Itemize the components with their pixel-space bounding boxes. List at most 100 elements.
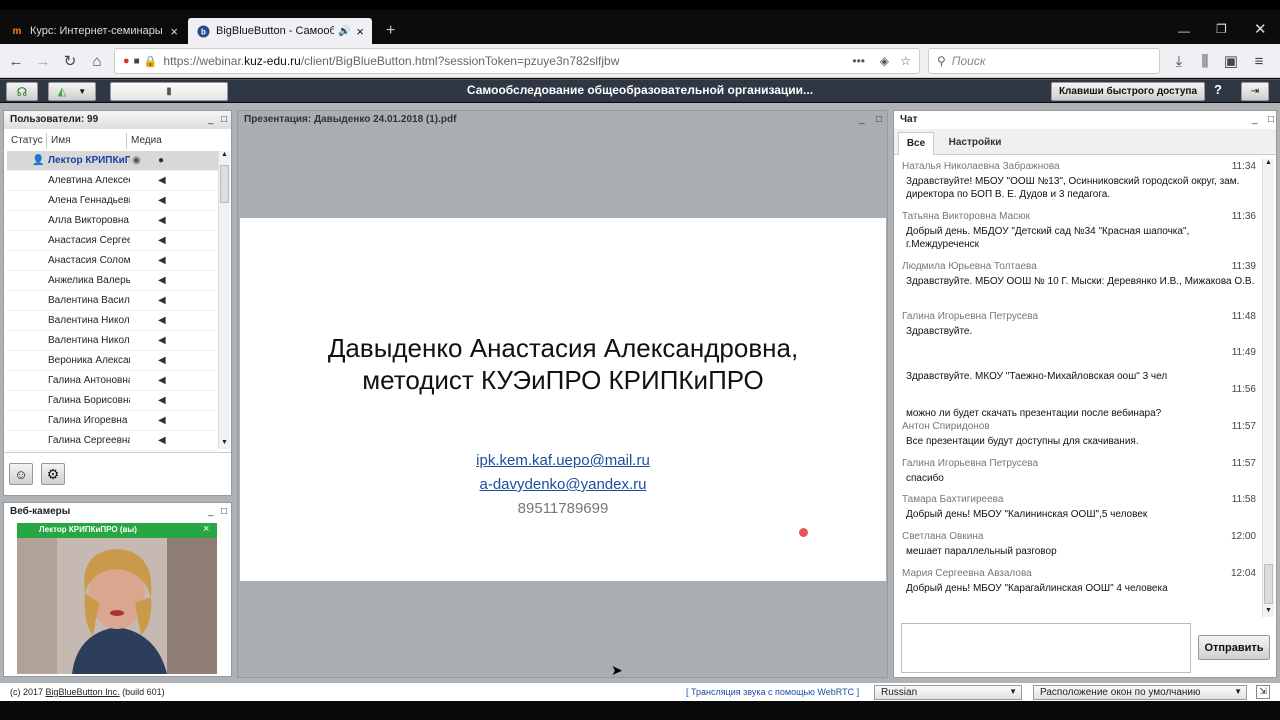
scroll-up-icon[interactable]: ▲: [1265, 159, 1272, 166]
speaker-icon[interactable]: ◀: [158, 195, 166, 206]
settings-button[interactable]: ⚙: [41, 463, 65, 485]
emoji-status-button[interactable]: ☺: [9, 463, 33, 485]
audio-headset-button[interactable]: ☊: [6, 82, 38, 101]
camera-icon[interactable]: ■: [134, 56, 140, 67]
minimize-panel-icon[interactable]: _: [859, 114, 865, 125]
chat-message-input[interactable]: [901, 623, 1191, 673]
back-icon[interactable]: ←: [7, 52, 25, 70]
column-status[interactable]: Статус: [7, 133, 47, 149]
browser-tab-course[interactable]: m Курс: Интернет-семинары КР ×: [2, 18, 186, 44]
webcam-share-button[interactable]: ◭ ▼: [48, 82, 96, 101]
speaker-icon[interactable]: ◀: [158, 215, 166, 226]
slide-email-1[interactable]: ipk.kem.kaf.uepo@mail.ru: [240, 452, 886, 469]
search-input[interactable]: ⚲ Поиск: [928, 48, 1160, 74]
microphone-icon[interactable]: ●: [123, 55, 130, 67]
user-row[interactable]: Анастасия Соломоновна ◀: [7, 251, 218, 271]
bookmark-star-icon[interactable]: ☆: [900, 54, 911, 68]
new-tab-button[interactable]: +: [378, 18, 400, 44]
layout-apply-icon[interactable]: ⇲: [1256, 685, 1270, 699]
minimize-icon[interactable]: —: [1178, 24, 1190, 38]
close-window-icon[interactable]: ✕: [1254, 20, 1267, 38]
maximize-panel-icon[interactable]: □: [876, 114, 882, 125]
speaker-icon[interactable]: ◀: [158, 275, 166, 286]
speaker-icon[interactable]: ◀: [158, 175, 166, 186]
scrollbar-thumb[interactable]: [220, 165, 229, 203]
send-button[interactable]: Отправить: [1198, 635, 1270, 660]
user-row[interactable]: Галина Антоновна ◀: [7, 371, 218, 391]
lock-icon[interactable]: 🔒: [144, 55, 158, 68]
column-media[interactable]: Медиа: [127, 133, 217, 149]
microphone-icon[interactable]: ●: [158, 155, 164, 166]
chat-tab-all[interactable]: Все: [898, 132, 934, 155]
speaker-icon[interactable]: ◀: [158, 315, 166, 326]
microphone-volume-slider[interactable]: ▮: [110, 82, 228, 101]
user-row[interactable]: Галина Борисовна ◀: [7, 391, 218, 411]
speaker-icon[interactable]: ◀: [158, 415, 166, 426]
maximize-panel-icon[interactable]: □: [221, 114, 227, 125]
library-icon[interactable]: ⫼: [1196, 52, 1214, 70]
speaker-icon[interactable]: ◀: [158, 355, 166, 366]
sidebar-icon[interactable]: ▣: [1222, 52, 1240, 70]
scroll-up-icon[interactable]: ▲: [221, 151, 228, 158]
download-icon[interactable]: ⤓: [1170, 52, 1188, 70]
user-row[interactable]: Галина Сергеевна ◀: [7, 431, 218, 451]
pocket-icon[interactable]: ◈: [880, 54, 889, 68]
menu-icon[interactable]: ≡: [1250, 52, 1268, 70]
url-bar[interactable]: ● ■ 🔒 https://webinar. kuz-edu.ru/client/…: [114, 48, 920, 74]
column-name[interactable]: Имя: [47, 133, 127, 149]
user-row[interactable]: Вероника Александровна ◀: [7, 351, 218, 371]
user-row[interactable]: Галина Игоревна ◀: [7, 411, 218, 431]
close-tab-icon[interactable]: ×: [356, 24, 364, 39]
close-webcam-icon[interactable]: ×: [203, 523, 209, 535]
scrollbar-thumb[interactable]: [1264, 564, 1273, 604]
user-name: Алена Геннадьевна: [48, 195, 130, 206]
layout-select[interactable]: Расположение окон по умолчанию ▼: [1033, 685, 1247, 700]
speaker-icon[interactable]: ◀: [158, 235, 166, 246]
user-row[interactable]: Анжелика Валерьевна ◀: [7, 271, 218, 291]
scroll-down-icon[interactable]: ▼: [1265, 607, 1272, 614]
chat-text: Добрый день! МБОУ "Калининская ООШ",5 че…: [906, 509, 1148, 520]
home-icon[interactable]: ⌂: [88, 52, 106, 70]
user-row[interactable]: Валентина Николаевна ◀: [7, 331, 218, 351]
speaker-icon[interactable]: 🔊: [338, 26, 350, 37]
minimize-panel-icon[interactable]: _: [208, 114, 214, 125]
more-actions-icon[interactable]: •••: [852, 54, 865, 68]
scroll-down-icon[interactable]: ▼: [221, 439, 228, 446]
user-row[interactable]: 👤Лектор КРИПКиПРО◉ ●: [7, 151, 218, 171]
webcam-media-icon[interactable]: ◉: [132, 155, 141, 166]
speaker-icon[interactable]: ◀: [158, 435, 166, 446]
maximize-panel-icon[interactable]: □: [221, 506, 227, 517]
chat-tab-settings[interactable]: Настройки: [942, 132, 1008, 155]
language-select[interactable]: Russian ▼: [874, 685, 1022, 700]
forward-icon[interactable]: →: [34, 52, 52, 70]
reload-icon[interactable]: ↻: [61, 52, 79, 70]
close-tab-icon[interactable]: ×: [170, 24, 178, 39]
logout-button[interactable]: ⇥: [1241, 82, 1269, 101]
restore-icon[interactable]: ❐: [1216, 22, 1227, 36]
speaker-icon[interactable]: ◀: [158, 255, 166, 266]
bbb-link[interactable]: BigBlueButton Inc.: [46, 687, 120, 697]
speaker-icon[interactable]: ◀: [158, 375, 166, 386]
chat-text: Здравствуйте. МБОУ ООШ № 10 Г. Мыски: Де…: [906, 276, 1255, 287]
users-scrollbar[interactable]: ▲ ▼: [218, 151, 230, 449]
speaker-icon[interactable]: ◀: [158, 395, 166, 406]
chat-text: Здравствуйте! МБОУ "ООШ №13", Осинниковс…: [906, 176, 1240, 200]
speaker-icon[interactable]: ◀: [158, 295, 166, 306]
browser-tab-bigbluebutton[interactable]: b BigBlueButton - Самообсл 🔊 ×: [188, 18, 372, 44]
user-row[interactable]: Анастасия Сергеевна ◀: [7, 231, 218, 251]
speaker-icon[interactable]: ◀: [158, 335, 166, 346]
user-row[interactable]: Алевтина Алексеевна ◀: [7, 171, 218, 191]
user-row[interactable]: Валентина Васильевна ◀: [7, 291, 218, 311]
user-row[interactable]: Алена Геннадьевна ◀: [7, 191, 218, 211]
chat-header: Чат: [900, 114, 918, 125]
chat-time: 11:57: [1231, 421, 1256, 432]
slide-email-2[interactable]: a-davydenko@yandex.ru: [240, 476, 886, 493]
user-row[interactable]: Алла Викторовна ◀: [7, 211, 218, 231]
shortcut-keys-button[interactable]: Клавиши быстрого доступа: [1051, 82, 1205, 101]
maximize-panel-icon[interactable]: □: [1268, 114, 1274, 125]
help-button[interactable]: ?: [1214, 82, 1222, 97]
chat-scrollbar[interactable]: ▲ ▼: [1262, 159, 1274, 617]
minimize-panel-icon[interactable]: _: [1252, 114, 1258, 125]
minimize-panel-icon[interactable]: _: [208, 506, 214, 517]
user-row[interactable]: Валентина Николаевна ◀: [7, 311, 218, 331]
